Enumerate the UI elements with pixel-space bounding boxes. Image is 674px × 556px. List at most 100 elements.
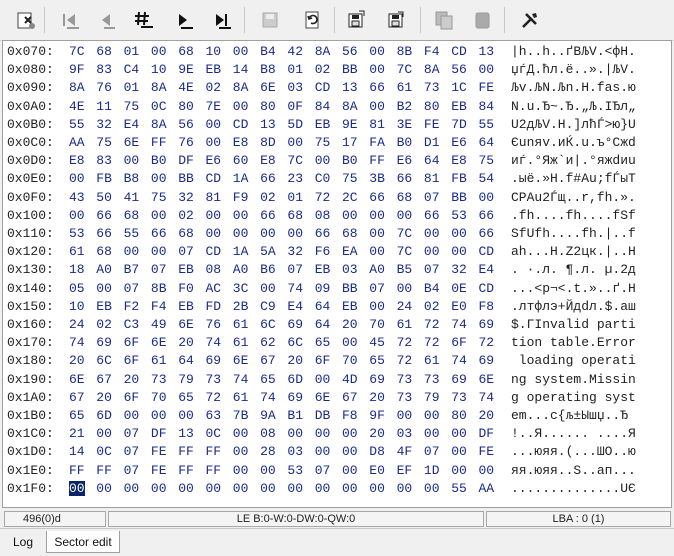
hex-byte[interactable]: 72 <box>479 335 495 350</box>
hex-byte[interactable]: 02 <box>424 299 440 314</box>
hex-byte[interactable]: 7C <box>287 153 303 168</box>
hex-byte[interactable]: 61 <box>151 353 167 368</box>
hex-byte[interactable]: 00 <box>424 481 440 496</box>
hex-byte[interactable]: 5A <box>260 244 276 259</box>
hex-byte[interactable]: 64 <box>315 299 331 314</box>
hex-byte[interactable]: 8B <box>397 44 413 59</box>
hex-byte[interactable]: 6E <box>479 372 495 387</box>
hex-byte[interactable]: 07 <box>424 190 440 205</box>
hex-byte[interactable]: FF <box>69 463 85 478</box>
hex-byte[interactable]: B8 <box>260 62 276 77</box>
hex-byte[interactable]: 66 <box>260 171 276 186</box>
hex-byte[interactable]: 73 <box>397 390 413 405</box>
hex-byte[interactable]: 00 <box>124 244 140 259</box>
hex-byte[interactable]: 01 <box>287 190 303 205</box>
hex-byte[interactable]: 14 <box>233 62 249 77</box>
hex-byte[interactable]: 00 <box>287 426 303 441</box>
hex-byte[interactable]: 01 <box>287 62 303 77</box>
hex-byte[interactable]: CD <box>451 44 467 59</box>
hex-byte[interactable]: EA <box>342 244 358 259</box>
hex-byte[interactable]: 6E <box>315 390 331 405</box>
next-sector-button[interactable] <box>170 6 198 34</box>
hex-byte[interactable]: F0 <box>178 281 194 296</box>
hex-byte[interactable]: 00 <box>451 426 467 441</box>
ascii-column[interactable]: tion table.Error <box>511 335 636 350</box>
hex-byte[interactable]: 69 <box>287 317 303 332</box>
hex-byte[interactable]: 00 <box>124 408 140 423</box>
hex-byte[interactable]: 00 <box>151 244 167 259</box>
hex-byte[interactable]: 61 <box>397 80 413 95</box>
hex-byte[interactable]: 8A <box>424 62 440 77</box>
hex-byte[interactable]: 14 <box>69 444 85 459</box>
hex-byte[interactable]: 75 <box>96 135 112 150</box>
hex-editor[interactable]: 0x070: 7C 68 01 00 68 10 00 B4 42 8A 56 00 8B F4 CD 13 |h… <box>2 40 672 508</box>
hex-byte[interactable]: 13 <box>342 80 358 95</box>
hex-byte[interactable]: FF <box>178 444 194 459</box>
hex-byte[interactable]: 00 <box>479 190 495 205</box>
ascii-column[interactable]: Єunяv.иЌ.u.ъ°Сжd <box>511 135 636 150</box>
hex-byte[interactable]: 66 <box>479 226 495 241</box>
hex-byte[interactable]: F9 <box>233 190 249 205</box>
hex-byte[interactable]: 2B <box>233 299 249 314</box>
hex-byte[interactable]: 00 <box>233 481 249 496</box>
hex-byte[interactable]: 00 <box>233 208 249 223</box>
hex-byte[interactable]: 65 <box>178 390 194 405</box>
hex-byte[interactable]: 13 <box>260 117 276 132</box>
hex-byte[interactable]: 03 <box>397 426 413 441</box>
hex-byte[interactable]: FB <box>96 171 112 186</box>
hex-byte[interactable]: 00 <box>69 208 85 223</box>
hex-byte[interactable]: 00 <box>233 463 249 478</box>
hex-byte[interactable]: 00 <box>287 135 303 150</box>
hex-byte[interactable]: 10 <box>151 62 167 77</box>
hex-byte[interactable]: 00 <box>342 463 358 478</box>
hex-byte[interactable]: 6F <box>315 353 331 368</box>
hex-byte[interactable]: 74 <box>287 281 303 296</box>
hex-byte[interactable]: 00 <box>260 481 276 496</box>
hex-byte[interactable]: 56 <box>178 117 194 132</box>
hex-byte[interactable]: 7C <box>397 226 413 241</box>
hex-byte[interactable]: 7E <box>206 99 222 114</box>
hex-byte[interactable]: 32 <box>287 244 303 259</box>
hex-byte[interactable]: 0C <box>151 99 167 114</box>
hex-byte[interactable]: FE <box>151 444 167 459</box>
hex-byte[interactable]: 73 <box>151 372 167 387</box>
hex-byte[interactable]: 00 <box>397 208 413 223</box>
ascii-column[interactable]: N.u.Ђ~.Ђ.„Љ.ІЂл„ <box>511 99 636 114</box>
hex-byte[interactable]: 65 <box>315 335 331 350</box>
hex-byte[interactable]: E6 <box>397 153 413 168</box>
hex-byte[interactable]: B2 <box>397 99 413 114</box>
hex-byte[interactable]: DF <box>151 426 167 441</box>
hex-byte[interactable]: 73 <box>206 372 222 387</box>
hex-byte[interactable]: 9F <box>69 62 85 77</box>
hex-byte[interactable]: 02 <box>315 62 331 77</box>
hex-byte[interactable]: E0 <box>451 299 467 314</box>
hex-byte[interactable]: 00 <box>342 481 358 496</box>
ascii-column[interactable]: ...юяя.(...ШО..ю <box>511 444 636 459</box>
hex-byte[interactable]: 74 <box>233 372 249 387</box>
hex-byte[interactable]: EB <box>178 299 194 314</box>
hex-byte[interactable]: 74 <box>69 335 85 350</box>
hex-byte[interactable]: 68 <box>342 226 358 241</box>
hex-byte[interactable]: 00 <box>424 408 440 423</box>
hex-byte[interactable]: 0C <box>206 426 222 441</box>
hex-byte[interactable]: 08 <box>206 262 222 277</box>
tab-log[interactable]: Log <box>2 531 44 553</box>
hex-byte[interactable]: 72 <box>424 335 440 350</box>
hex-byte[interactable]: 00 <box>206 135 222 150</box>
hex-byte[interactable]: 6D <box>287 372 303 387</box>
hex-byte[interactable]: 00 <box>260 281 276 296</box>
hex-byte[interactable]: 76 <box>206 317 222 332</box>
hex-byte[interactable]: 20 <box>287 353 303 368</box>
hex-byte[interactable]: 62 <box>260 335 276 350</box>
hex-byte[interactable]: 73 <box>451 390 467 405</box>
hex-byte[interactable]: 00 <box>424 244 440 259</box>
hex-byte[interactable]: 68 <box>96 44 112 59</box>
hex-byte[interactable]: 17 <box>342 135 358 150</box>
hex-byte[interactable]: BB <box>178 171 194 186</box>
boot-sector-button[interactable] <box>12 6 40 34</box>
hex-byte[interactable]: E0 <box>369 463 385 478</box>
hex-byte[interactable]: 61 <box>233 335 249 350</box>
last-sector-button[interactable] <box>208 6 236 34</box>
hex-byte[interactable]: 53 <box>287 463 303 478</box>
hex-byte[interactable]: 74 <box>451 353 467 368</box>
